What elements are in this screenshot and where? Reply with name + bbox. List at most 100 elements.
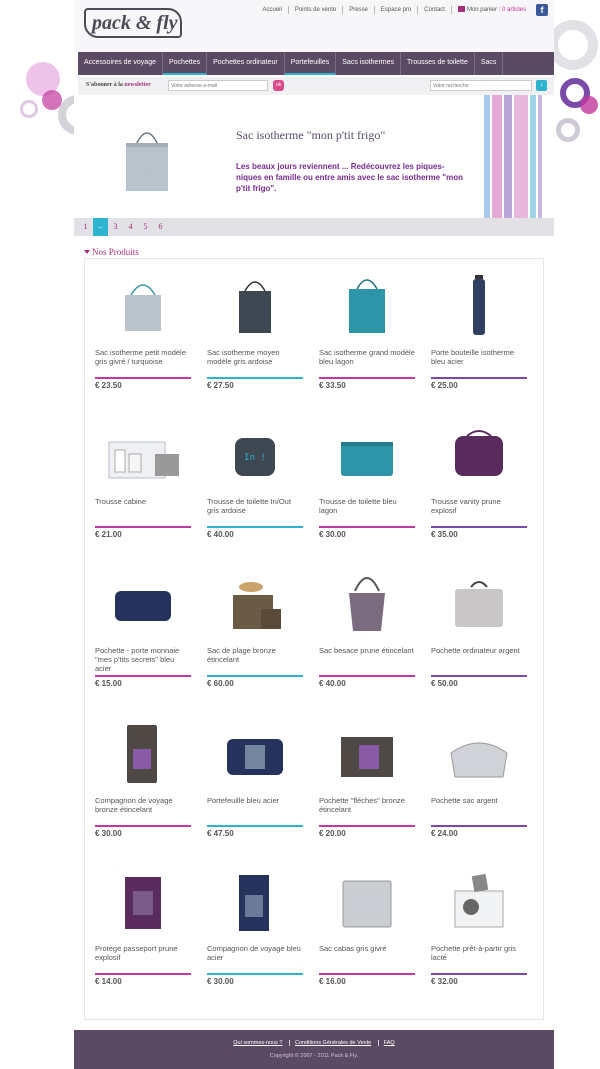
product-image[interactable] [431, 867, 527, 937]
product-name[interactable]: Compagnon de voyage bronze étincelant [95, 796, 191, 814]
link-points-de-vente[interactable]: Points de vente [287, 6, 342, 14]
footer-link-about[interactable]: Qui sommes-nous ? [228, 1040, 287, 1046]
nav-accessoires[interactable]: Accessoires de voyage [78, 52, 163, 75]
product-grid: Sac isotherme petit modèle gris givré / … [84, 258, 544, 1020]
product-image[interactable] [207, 867, 303, 937]
product-name[interactable]: Pochette ordinateur argent [431, 646, 527, 655]
pager-page[interactable]: 5 [138, 218, 153, 236]
pager-page[interactable]: 1 [78, 218, 93, 236]
product-name[interactable]: Trousse vanity prune explosif [431, 497, 527, 515]
product-image[interactable] [95, 867, 191, 937]
product-image[interactable] [319, 719, 415, 789]
product-name[interactable]: Sac isotherme grand modèle bleu lagon [319, 348, 415, 366]
product-card[interactable]: Sac cabas gris givré € 16.00 [319, 867, 415, 1007]
pager-page[interactable]: 3 [108, 218, 123, 236]
footer-link-cgv[interactable]: Conditions Générales de Vente [289, 1040, 377, 1046]
link-presse[interactable]: Presse [342, 6, 374, 14]
product-card[interactable]: Trousse vanity prune explosif € 35.00 [431, 420, 527, 560]
product-card[interactable]: Sac de plage bronze étincelant € 60.00 [207, 569, 303, 709]
product-image[interactable] [95, 271, 191, 341]
banner[interactable]: ~ Sac isotherme "mon p'tit frigo" Les be… [74, 95, 554, 218]
product-divider [431, 825, 527, 827]
product-card[interactable]: Portefeuille bleu acier € 47.50 [207, 719, 303, 859]
nav-trousses[interactable]: Trousses de toilette [401, 52, 475, 75]
product-name[interactable]: Pochette prêt-à-partir gris lacté [431, 944, 527, 962]
pager-page[interactable]: – [93, 218, 108, 236]
product-image[interactable] [207, 569, 303, 639]
product-name[interactable]: Porte bouteille isotherme bleu acier [431, 348, 527, 366]
product-name[interactable]: Sac isotherme moyen modèle gris ardoise [207, 348, 303, 366]
product-name[interactable]: Sac de plage bronze étincelant [207, 646, 303, 664]
product-card[interactable]: Compagnon de voyage bronze étincelant € 3… [95, 719, 191, 859]
product-card[interactable]: Sac isotherme moyen modèle gris ardoise €… [207, 271, 303, 411]
product-card[interactable]: Pochette "flèches" bronze étincelant € 20… [319, 719, 415, 859]
product-image[interactable] [431, 271, 527, 341]
banner-stripe [514, 95, 528, 218]
logo[interactable]: pack & fly [84, 8, 182, 38]
product-image[interactable] [95, 719, 191, 789]
product-name[interactable]: Trousse de toilette In/Out gris ardoise [207, 497, 303, 515]
link-accueil[interactable]: Accueil [257, 6, 288, 14]
product-image[interactable]: In ! [207, 420, 303, 490]
product-name[interactable]: Trousse cabine [95, 497, 191, 506]
product-divider [95, 825, 191, 827]
decor-circle [20, 100, 38, 118]
product-image[interactable] [207, 271, 303, 341]
nav-sacs-isothermes[interactable]: Sacs isothermes [336, 52, 402, 75]
product-card[interactable]: Pochette - porte monnaie "mes p'tits sec… [95, 569, 191, 709]
product-name[interactable]: Portefeuille bleu acier [207, 796, 303, 805]
product-card[interactable]: Pochette ordinateur argent € 50.00 [431, 569, 527, 709]
product-name[interactable]: Compagnon de voyage bleu acier [207, 944, 303, 962]
product-card[interactable]: In ! Trousse de toilette In/Out gris ardo… [207, 420, 303, 560]
product-price: € 47.50 [207, 829, 234, 838]
product-card[interactable]: Pochette sac argent € 24.00 [431, 719, 527, 859]
product-image[interactable] [207, 719, 303, 789]
nav-portefeuilles[interactable]: Portefeuilles [284, 52, 337, 75]
product-name[interactable]: Sac cabas gris givré [319, 944, 415, 953]
product-card[interactable]: Sac isotherme petit modèle gris givré / … [95, 271, 191, 411]
pager-page[interactable]: 4 [123, 218, 138, 236]
product-name[interactable]: Pochette - porte monnaie "mes p'tits sec… [95, 646, 191, 673]
product-image[interactable] [431, 420, 527, 490]
product-card[interactable]: Protège passeport prune explosif € 14.00 [95, 867, 191, 1007]
product-card[interactable]: Sac isotherme grand modèle bleu lagon € 3… [319, 271, 415, 411]
product-name[interactable]: Protège passeport prune explosif [95, 944, 191, 962]
product-image[interactable] [319, 867, 415, 937]
product-card[interactable]: Trousse de toilette bleu lagon € 30.00 [319, 420, 415, 560]
nav-pochettes[interactable]: Pochettes [162, 52, 208, 75]
product-image[interactable] [431, 719, 527, 789]
nav-pochettes-ordinateur[interactable]: Pochettes ordinateur [207, 52, 285, 75]
search-button[interactable]: › [536, 80, 547, 91]
product-card[interactable]: Pochette prêt-à-partir gris lacté € 32.00 [431, 867, 527, 1007]
facebook-icon[interactable]: f [536, 4, 548, 16]
search-input[interactable] [430, 80, 532, 91]
link-contact[interactable]: Contact [417, 6, 451, 14]
product-name[interactable]: Pochette sac argent [431, 796, 527, 805]
nav-sacs[interactable]: Sacs [475, 52, 504, 75]
product-name[interactable]: Sac besace prune étincelant [319, 646, 415, 655]
footer-link-faq[interactable]: FAQ [377, 1040, 400, 1046]
product-image[interactable] [95, 420, 191, 490]
product-image[interactable] [319, 420, 415, 490]
link-espace-pro[interactable]: Espace pro [373, 6, 417, 14]
product-name[interactable]: Sac isotherme petit modèle gris givré / … [95, 348, 191, 366]
product-card[interactable]: Porte bouteille isotherme bleu acier € 25… [431, 271, 527, 411]
product-image[interactable] [319, 569, 415, 639]
page: pack & fly Accueil Points de vente Press… [74, 0, 554, 1069]
product-price: € 20.00 [319, 829, 346, 838]
product-name[interactable]: Trousse de toilette bleu lagon [319, 497, 415, 515]
cart-link[interactable]: Mon panier : 0 articles [450, 6, 532, 14]
product-card[interactable]: Compagnon de voyage bleu acier € 30.00 [207, 867, 303, 1007]
product-card[interactable]: Trousse cabine € 21.00 [95, 420, 191, 560]
pager-page[interactable]: 6 [153, 218, 168, 236]
newsletter-ok-button[interactable]: ok [273, 80, 284, 91]
product-price: € 30.00 [207, 977, 234, 986]
product-image[interactable] [95, 569, 191, 639]
product-price: € 30.00 [319, 530, 346, 539]
product-image[interactable] [319, 271, 415, 341]
product-price: € 24.00 [431, 829, 458, 838]
product-card[interactable]: Sac besace prune étincelant € 40.00 [319, 569, 415, 709]
product-name[interactable]: Pochette "flèches" bronze étincelant [319, 796, 415, 814]
product-image[interactable] [431, 569, 527, 639]
newsletter-email-input[interactable] [168, 80, 268, 91]
